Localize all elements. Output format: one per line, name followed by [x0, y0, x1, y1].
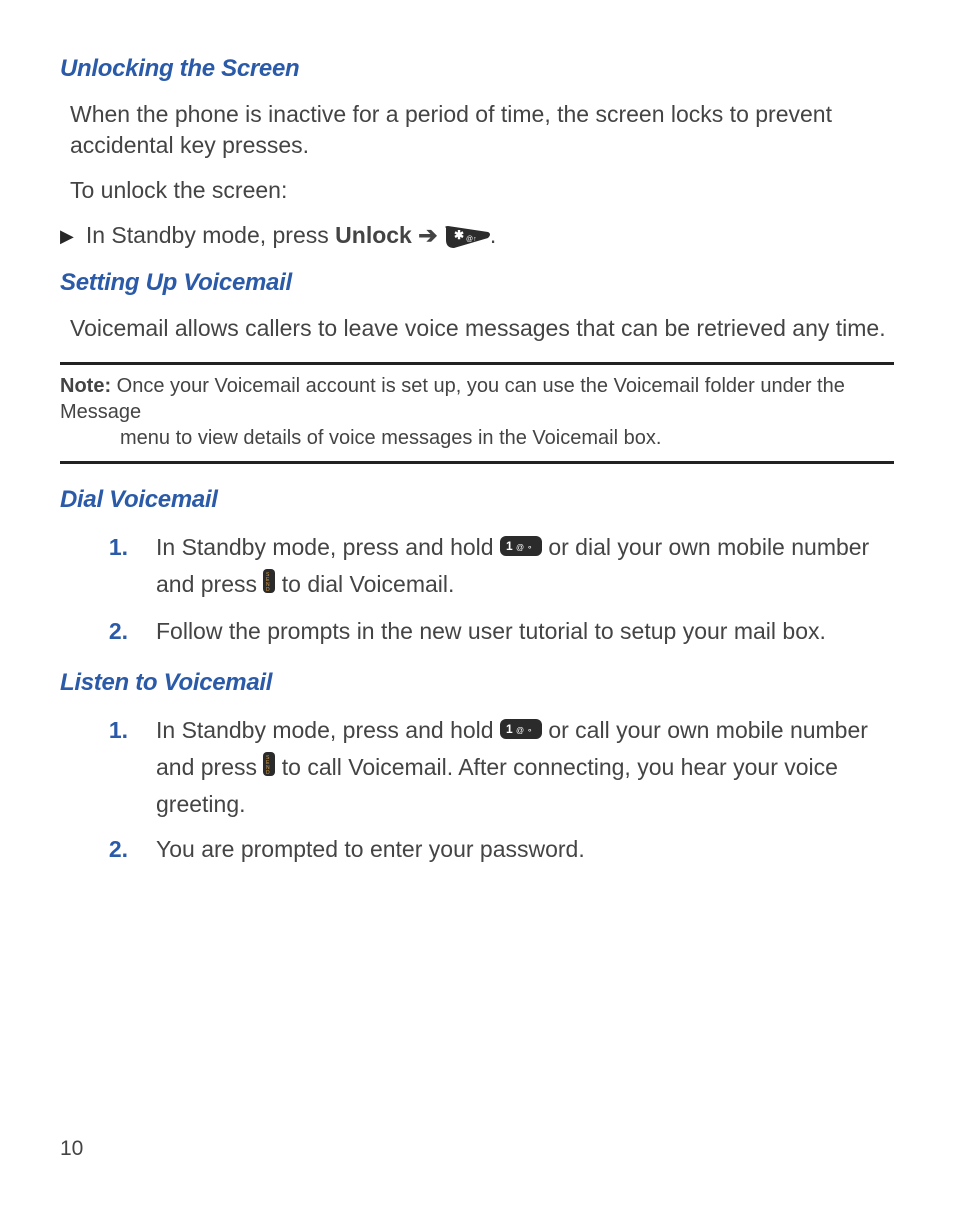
svg-text:@ ⚬: @ ⚬: [516, 543, 533, 552]
heading-unlocking-screen: Unlocking the Screen: [60, 55, 894, 83]
svg-text:1: 1: [506, 539, 513, 553]
page-number: 10: [60, 1137, 83, 1161]
list-number: 1.: [106, 530, 128, 566]
note-text: Note: Once your Voicemail account is set…: [60, 373, 894, 451]
list-item: 2. Follow the prompts in the new user tu…: [106, 614, 894, 650]
svg-text:D: D: [266, 587, 270, 593]
note-line1: Once your Voicemail account is set up, y…: [60, 375, 845, 423]
send-key-icon: S E N D: [263, 751, 275, 787]
list-body: In Standby mode, press and hold 1 @ ⚬ or…: [156, 713, 894, 822]
unlock-step: ▶ In Standby mode, press Unlock ➔ ✱ @↑ .: [60, 220, 894, 251]
list-item: 2. You are prompted to enter your passwo…: [106, 832, 894, 868]
send-key-icon: S E N D: [263, 568, 275, 604]
list-number: 2.: [106, 614, 128, 650]
unlocking-instruction: To unlock the screen:: [60, 175, 894, 206]
svg-text:@ ⚬: @ ⚬: [516, 726, 533, 735]
dial-voicemail-list: 1. In Standby mode, press and hold 1 @ ⚬…: [60, 530, 894, 649]
list-item: 1. In Standby mode, press and hold 1 @ ⚬…: [106, 530, 894, 603]
note-line2: menu to view details of voice messages i…: [60, 425, 894, 451]
unlock-step-text: In Standby mode, press Unlock ➔ ✱ @↑ .: [86, 220, 496, 251]
listen-voicemail-list: 1. In Standby mode, press and hold 1 @ ⚬…: [60, 713, 894, 868]
heading-setting-voicemail: Setting Up Voicemail: [60, 269, 894, 297]
list-number: 2.: [106, 832, 128, 868]
heading-dial-voicemail: Dial Voicemail: [60, 486, 894, 514]
arrow-icon: ➔: [412, 222, 444, 248]
svg-text:@↑: @↑: [466, 236, 477, 243]
listen-step1-pre: In Standby mode, press and hold: [156, 717, 500, 743]
unlock-pre: In Standby mode, press: [86, 222, 335, 248]
list-number: 1.: [106, 713, 128, 749]
svg-text:✱: ✱: [454, 228, 464, 242]
star-key-icon: ✱ @↑: [444, 226, 490, 248]
svg-text:D: D: [266, 770, 270, 776]
one-key-icon: 1 @ ⚬: [500, 531, 542, 567]
svg-text:1: 1: [506, 722, 513, 736]
dial-step1-post: to dial Voicemail.: [282, 571, 455, 597]
dial-step2: Follow the prompts in the new user tutor…: [156, 614, 894, 650]
unlock-label: Unlock: [335, 222, 412, 248]
unlocking-desc: When the phone is inactive for a period …: [60, 99, 894, 161]
one-key-icon: 1 @ ⚬: [500, 714, 542, 750]
heading-listen-voicemail: Listen to Voicemail: [60, 669, 894, 697]
listen-step2: You are prompted to enter your password.: [156, 832, 894, 868]
unlock-post: .: [490, 222, 496, 248]
dial-step1-pre: In Standby mode, press and hold: [156, 534, 500, 560]
note-block: Note: Once your Voicemail account is set…: [60, 362, 894, 464]
list-body: In Standby mode, press and hold 1 @ ⚬ or…: [156, 530, 894, 603]
triangle-bullet-icon: ▶: [60, 224, 78, 248]
list-item: 1. In Standby mode, press and hold 1 @ ⚬…: [106, 713, 894, 822]
voicemail-desc: Voicemail allows callers to leave voice …: [60, 313, 894, 344]
note-label: Note:: [60, 375, 111, 397]
